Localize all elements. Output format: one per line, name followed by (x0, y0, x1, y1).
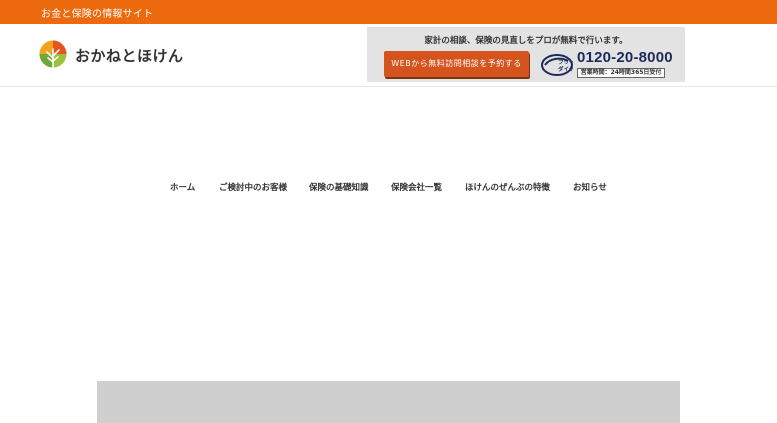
phone-number[interactable]: 0120-20-8000 (577, 49, 673, 66)
web-reservation-button[interactable]: WEBから無料訪問相談を予約する (384, 51, 529, 77)
svg-text:フリー: フリー (558, 59, 573, 66)
top-bar: お金と保険の情報サイト (0, 0, 777, 24)
site-logo[interactable]: おかねとほけん (75, 45, 184, 66)
nav-item-insurance-basics[interactable]: 保険の基礎知識 (309, 181, 369, 193)
content-placeholder (97, 381, 680, 423)
main-nav: ホーム ご検討中のお客様 保険の基礎知識 保険会社一覧 ほけんのぜんぶの特徴 お… (0, 87, 777, 193)
nav-item-insurance-companies[interactable]: 保険会社一覧 (391, 181, 442, 193)
svg-text:ダイヤル: ダイヤル (558, 65, 573, 73)
site-tagline: お金と保険の情報サイト (41, 9, 154, 20)
tree-logo-icon[interactable] (39, 40, 67, 68)
nav-item-news[interactable]: お知らせ (573, 181, 607, 193)
nav-item-home[interactable]: ホーム (170, 181, 195, 193)
nav-item-prospective-customers[interactable]: ご検討中のお客様 (219, 181, 287, 193)
nav-item-features[interactable]: ほけんのぜんぶの特徴 (465, 181, 550, 193)
freedial-icon: フリー ダイヤル (541, 54, 573, 76)
business-hours-badge: 営業時間：24時間365日受付 (577, 68, 665, 78)
consultation-heading: 家計の相談、保険の見直しをプロが無料で行います。 (424, 36, 628, 46)
